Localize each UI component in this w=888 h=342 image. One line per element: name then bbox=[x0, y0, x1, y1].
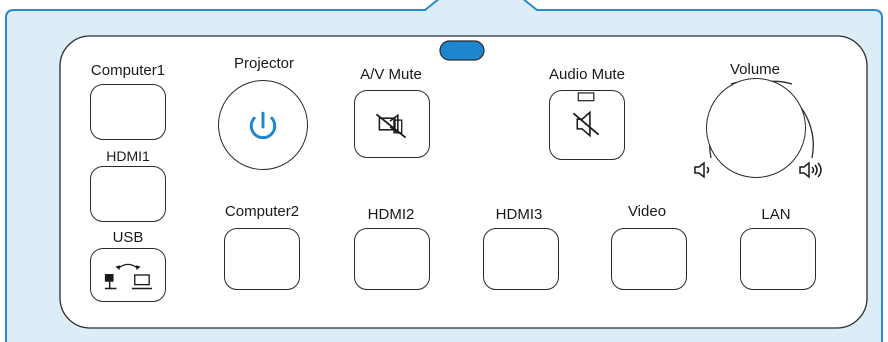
usb-button[interactable] bbox=[90, 248, 166, 302]
computer2-button[interactable] bbox=[224, 228, 300, 290]
label-lan: LAN bbox=[761, 206, 791, 223]
speaker-low-icon bbox=[694, 161, 710, 179]
computer1-button[interactable] bbox=[90, 84, 166, 140]
label-hdmi2: HDMI2 bbox=[367, 206, 415, 223]
audio-mute-button[interactable] bbox=[549, 90, 625, 160]
label-volume: Volume bbox=[726, 61, 784, 79]
label-audio-mute: Audio Mute bbox=[549, 66, 625, 83]
hdmi3-button[interactable] bbox=[483, 228, 559, 290]
label-hdmi3: HDMI3 bbox=[495, 206, 543, 223]
label-av-mute: A/V Mute bbox=[360, 66, 422, 83]
status-indicator-light bbox=[439, 40, 485, 61]
speaker-high-icon bbox=[799, 161, 822, 179]
usb-camera-to-computer-icon bbox=[104, 263, 153, 290]
label-computer1: Computer1 bbox=[90, 62, 166, 79]
label-computer2: Computer2 bbox=[224, 203, 300, 220]
power-button[interactable] bbox=[218, 80, 308, 170]
crossed-speaker-icon bbox=[572, 92, 600, 138]
volume-dial[interactable] bbox=[706, 78, 806, 178]
label-usb: USB bbox=[112, 229, 144, 246]
hdmi2-button[interactable] bbox=[354, 228, 430, 290]
label-video: Video bbox=[627, 203, 667, 220]
video-button[interactable] bbox=[611, 228, 687, 290]
hdmi1-button[interactable] bbox=[90, 166, 166, 222]
lan-button[interactable] bbox=[740, 228, 816, 290]
label-hdmi1: HDMI1 bbox=[106, 148, 150, 164]
crossed-camera-speaker-icon bbox=[375, 113, 407, 139]
av-mute-button[interactable] bbox=[354, 90, 430, 158]
power-icon bbox=[249, 111, 277, 140]
control-panel-diagram: Computer1 Projector A/V Mute Audio Mute … bbox=[0, 0, 888, 342]
label-projector: Projector bbox=[233, 55, 295, 72]
